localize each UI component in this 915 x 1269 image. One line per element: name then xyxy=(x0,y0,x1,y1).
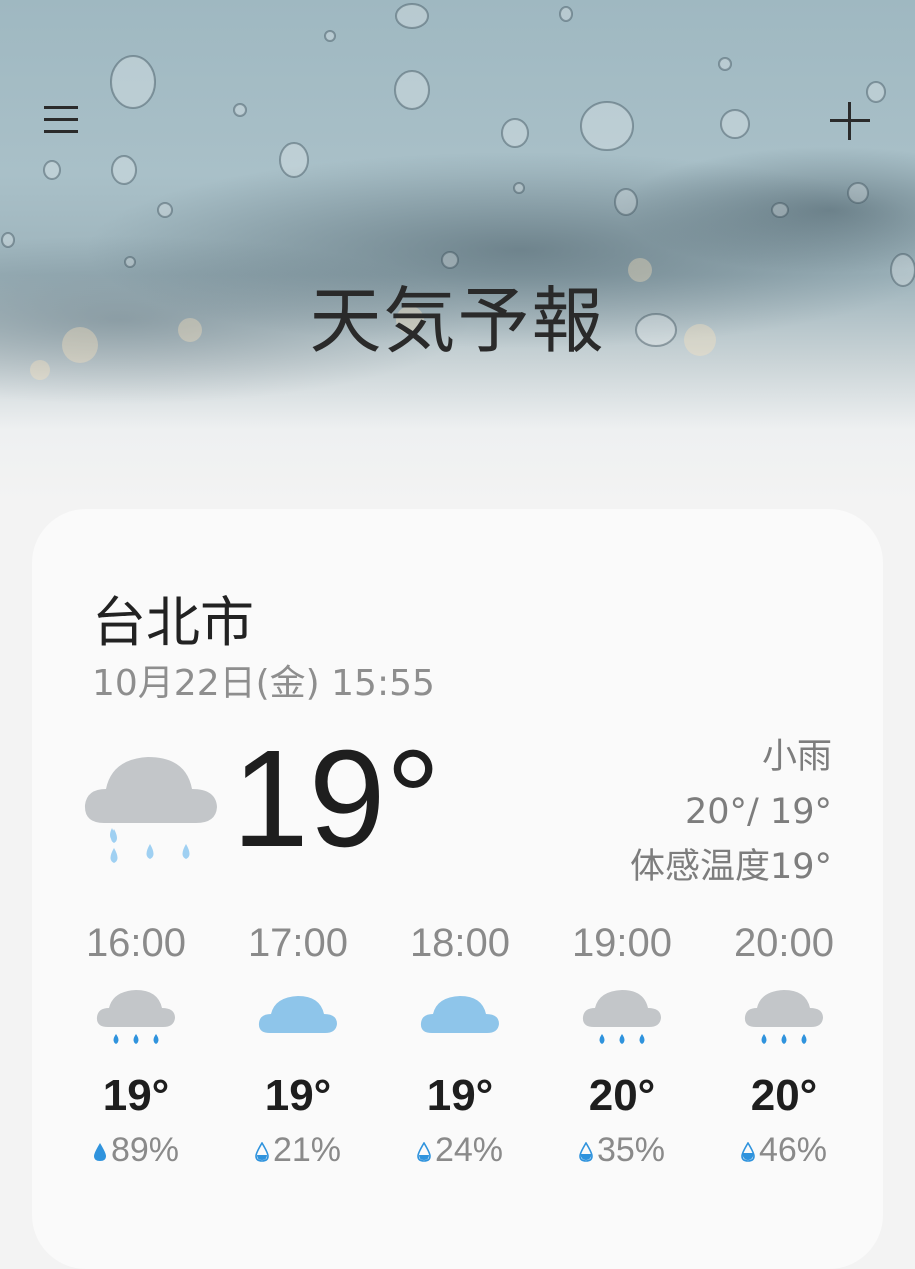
hourly-forecast[interactable]: 16:00 19° 89% 17:00 19° 21% 18:00 19° 24… xyxy=(55,915,865,1175)
hour-precipitation: 89% xyxy=(55,1127,217,1173)
precip-value: 46% xyxy=(758,1131,828,1169)
header-banner: 天気予報 xyxy=(0,0,915,500)
raindrop-icon xyxy=(579,1142,593,1162)
raindrop-icon xyxy=(93,1143,106,1162)
add-location-button[interactable] xyxy=(826,98,874,146)
hamburger-icon xyxy=(44,106,78,133)
feels-like-temperature: 体感温度19° xyxy=(629,847,832,887)
condition-block: 小雨 20°/ 19° 体感温度19° xyxy=(630,730,832,895)
city-name: 台北市 xyxy=(92,591,254,654)
cloud-rain-icon xyxy=(82,745,222,879)
high-low-temperature: 20°/ 19° xyxy=(685,792,832,832)
precip-value: 35% xyxy=(596,1131,666,1169)
hour-precipitation: 24% xyxy=(379,1127,541,1173)
weather-condition: 小雨 xyxy=(761,737,832,777)
hour-temperature: 20° xyxy=(588,1071,656,1120)
hourly-item[interactable]: 17:00 19° 21% xyxy=(217,915,379,1173)
cloud-rain-icon xyxy=(96,990,175,1044)
raindrop-icon xyxy=(417,1142,431,1162)
hour-precipitation: 46% xyxy=(703,1127,865,1173)
hour-temperature: 20° xyxy=(750,1071,818,1120)
hourly-item[interactable]: 20:00 20° 46% xyxy=(703,915,865,1173)
hour-time: 17:00 xyxy=(247,921,349,965)
hour-precipitation: 21% xyxy=(217,1127,379,1173)
hourly-item[interactable]: 19:00 20° 35% xyxy=(541,915,703,1173)
cloud-rain-icon xyxy=(582,990,661,1044)
hour-time: 19:00 xyxy=(571,921,673,965)
hour-temperature: 19° xyxy=(264,1071,332,1120)
raindrops-background xyxy=(1,3,915,380)
hourly-item[interactable]: 18:00 19° 24% xyxy=(379,915,541,1173)
cloud-icon xyxy=(258,996,337,1033)
menu-button[interactable] xyxy=(40,100,84,140)
hour-temperature: 19° xyxy=(426,1071,494,1120)
hour-precipitation: 35% xyxy=(541,1127,703,1173)
hourly-item[interactable]: 16:00 19° 89% xyxy=(55,915,217,1173)
cloud-icon xyxy=(420,996,499,1033)
hour-time: 16:00 xyxy=(85,921,187,965)
plus-icon xyxy=(830,102,870,140)
current-datetime: 10月22日(金) 15:55 xyxy=(92,663,435,704)
precip-value: 24% xyxy=(434,1131,504,1169)
precip-value: 21% xyxy=(272,1131,342,1169)
hour-time: 20:00 xyxy=(733,921,835,965)
raindrop-icon xyxy=(255,1142,269,1162)
current-temperature: 19° xyxy=(232,722,441,876)
hour-time: 18:00 xyxy=(409,921,511,965)
precip-value: 89% xyxy=(110,1131,180,1169)
raindrop-icon xyxy=(741,1142,755,1162)
app-title: 天気予報 xyxy=(309,279,606,363)
cloud-rain-icon xyxy=(744,990,823,1044)
hour-temperature: 19° xyxy=(102,1071,170,1120)
